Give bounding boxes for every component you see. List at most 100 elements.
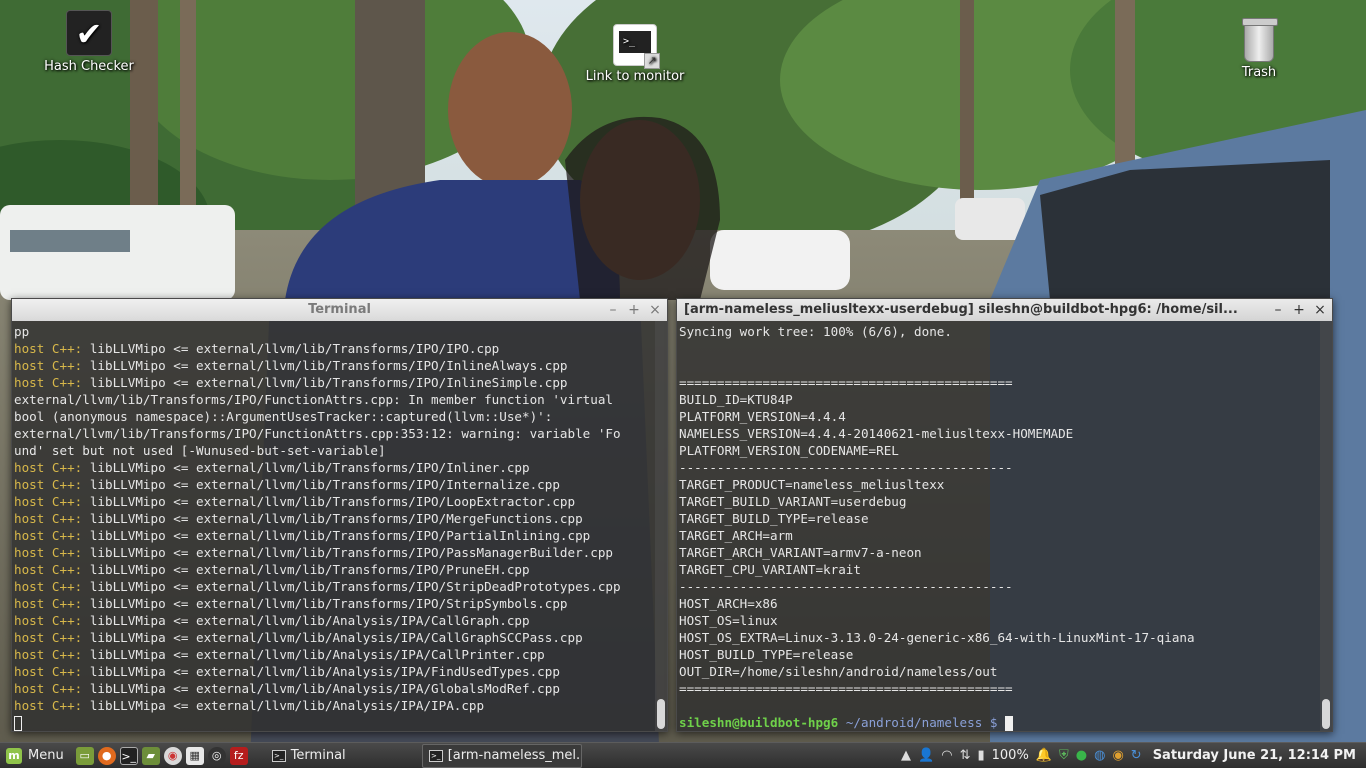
wifi-icon[interactable]: ◠ (941, 748, 952, 763)
build-prefix: host C++: (14, 664, 83, 679)
desktop-icon-link-to-monitor[interactable]: >_ ↗ Link to monitor (580, 24, 690, 84)
terminal-icon: >_ (428, 749, 443, 762)
prompt-path: ~/android/nameless $ (838, 715, 1006, 730)
build-prefix: host C++: (14, 681, 83, 696)
filezilla-icon[interactable]: fz (229, 746, 248, 765)
terminal-line: host C++: libLLVMipo <= external/llvm/li… (14, 561, 653, 578)
terminal-window-right[interactable]: [arm-nameless_meliusltexx-userdebug] sil… (676, 298, 1333, 732)
terminal-icon[interactable]: >_ (119, 746, 138, 765)
line-text: libLLVMipo <= external/llvm/lib/Transfor… (82, 341, 500, 356)
menu-button[interactable]: m Menu (0, 743, 72, 768)
scrollbar[interactable] (1320, 321, 1332, 731)
network-icon[interactable]: ⇅ (960, 748, 971, 763)
checkmark-icon: ✔ (66, 10, 112, 56)
build-prefix: host C++: (14, 545, 83, 560)
taskbar: m Menu ▭ ● >_ ▰ ◉ ▦ ◎ fz >_ Terminal >_ … (0, 742, 1366, 768)
minimize-button[interactable]: – (1272, 299, 1284, 321)
terminal-line: OUT_DIR=/home/sileshn/android/nameless/o… (679, 664, 998, 679)
close-button[interactable]: × (649, 299, 661, 321)
window-titlebar[interactable]: Terminal – + × (12, 299, 667, 321)
terminal-line: TARGET_CPU_VARIANT=krait (679, 562, 861, 577)
scrollbar-thumb[interactable] (657, 699, 665, 729)
show-desktop-icon[interactable]: ▭ (75, 746, 94, 765)
chrome-icon[interactable]: ◉ (163, 746, 182, 765)
terminal-line: PLATFORM_VERSION=4.4.4 (679, 409, 846, 424)
line-text: libLLVMipo <= external/llvm/lib/Transfor… (82, 545, 613, 560)
terminal-line: bool (anonymous namespace)::ArgumentUses… (14, 408, 653, 425)
task-terminal[interactable]: >_ Terminal (266, 744, 416, 768)
terminal-line: NAMELESS_VERSION=4.4.4-20140621-meliuslt… (679, 426, 1074, 441)
terminal-line: ========================================… (679, 375, 1013, 390)
task-label: [arm-nameless_mel... (447, 748, 582, 763)
line-text: libLLVMipa <= external/llvm/lib/Analysis… (82, 647, 545, 662)
terminal-link-icon: >_ ↗ (613, 24, 660, 69)
line-text: libLLVMipo <= external/llvm/lib/Transfor… (82, 358, 568, 373)
build-prefix: host C++: (14, 460, 83, 475)
line-text: libLLVMipo <= external/llvm/lib/Transfor… (82, 562, 530, 577)
terminal-line: und' set but not used [-Wunused-but-set-… (14, 442, 653, 459)
build-prefix: host C++: (14, 528, 83, 543)
build-prefix: host C++: (14, 630, 83, 645)
window-title: [arm-nameless_meliusltexx-userdebug] sil… (684, 302, 1238, 317)
line-text: libLLVMipa <= external/llvm/lib/Analysis… (82, 664, 560, 679)
green-drop-icon[interactable]: ● (1076, 748, 1087, 763)
terminal-cursor-line (14, 714, 653, 731)
terminal-output[interactable]: pp host C++: libLLVMipo <= external/llvm/… (12, 321, 655, 731)
build-prefix: host C++: (14, 647, 83, 662)
desktop-icon-trash[interactable]: Trash (1204, 18, 1314, 80)
terminal-line: host C++: libLLVMipo <= external/llvm/li… (14, 595, 653, 612)
terminal-line: host C++: libLLVMipo <= external/llvm/li… (14, 493, 653, 510)
terminal-line: host C++: libLLVMipo <= external/llvm/li… (14, 459, 653, 476)
user-icon[interactable]: 👤 (918, 748, 934, 763)
build-prefix: host C++: (14, 358, 83, 373)
build-prefix: host C++: (14, 511, 83, 526)
terminal-line: host C++: libLLVMipo <= external/llvm/li… (14, 374, 653, 391)
notification-bell-icon[interactable]: 🔔 (1036, 748, 1052, 763)
battery-icon[interactable]: ▮ (977, 748, 984, 763)
line-text: libLLVMipo <= external/llvm/lib/Transfor… (82, 579, 621, 594)
minimize-button[interactable]: – (607, 299, 619, 321)
maximize-button[interactable]: + (1293, 299, 1305, 321)
up-arrow-icon[interactable]: ▲ (901, 748, 911, 763)
chrome-tray-icon[interactable]: ◉ (1112, 748, 1123, 763)
line-text: libLLVMipo <= external/llvm/lib/Transfor… (82, 511, 583, 526)
shell-prompt[interactable]: sileshn@buildbot-hpg6 ~/android/nameless… (679, 714, 1318, 731)
chat-icon[interactable]: ◍ (1094, 748, 1105, 763)
line-text: libLLVMipa <= external/llvm/lib/Analysis… (82, 681, 560, 696)
task-arm-nameless[interactable]: >_ [arm-nameless_mel... (421, 743, 582, 768)
build-prefix: host C++: (14, 494, 83, 509)
build-prefix: host C++: (14, 613, 83, 628)
scrollbar-thumb[interactable] (1322, 699, 1330, 729)
terminal-line: host C++: libLLVMipa <= external/llvm/li… (14, 663, 653, 680)
update-icon[interactable]: ↻ (1131, 748, 1142, 763)
desktop-icon-hash-checker[interactable]: ✔ Hash Checker (34, 10, 144, 74)
file-manager-icon[interactable]: ▰ (141, 746, 160, 765)
terminal-line: ----------------------------------------… (679, 579, 1013, 594)
media-player-icon[interactable]: ◎ (207, 746, 226, 765)
shield-icon[interactable]: ⛨ (1059, 748, 1069, 763)
line-text: libLLVMipo <= external/llvm/lib/Transfor… (82, 596, 568, 611)
terminal-line: host C++: libLLVMipo <= external/llvm/li… (14, 476, 653, 493)
trash-icon (1242, 18, 1278, 62)
terminal-line: ----------------------------------------… (679, 460, 1013, 475)
terminal-line: TARGET_ARCH=arm (679, 528, 793, 543)
window-title: Terminal (308, 302, 371, 317)
firefox-icon[interactable]: ● (97, 746, 116, 765)
close-button[interactable]: × (1314, 299, 1326, 321)
scrollbar[interactable] (655, 321, 667, 731)
quick-launch: ▭ ● >_ ▰ ◉ ▦ ◎ fz (75, 746, 248, 765)
terminal-window-left[interactable]: Terminal – + × pp host C++: libLLVMipo <=… (11, 298, 668, 732)
terminal-output[interactable]: Syncing work tree: 100% (6/6), done. ====… (677, 321, 1320, 731)
terminal-line: external/llvm/lib/Transforms/IPO/Functio… (14, 425, 653, 442)
terminal-line: TARGET_PRODUCT=nameless_meliusltexx (679, 477, 945, 492)
desktop-icon-label: Trash (1241, 65, 1277, 80)
window-titlebar[interactable]: [arm-nameless_meliusltexx-userdebug] sil… (677, 299, 1332, 321)
line-text: bool (anonymous namespace)::ArgumentUses… (14, 409, 553, 424)
maximize-button[interactable]: + (628, 299, 640, 321)
line-text: pp (14, 324, 30, 339)
build-prefix: host C++: (14, 375, 83, 390)
line-text: libLLVMipo <= external/llvm/lib/Transfor… (82, 494, 576, 509)
image-viewer-icon[interactable]: ▦ (185, 746, 204, 765)
clock[interactable]: Saturday June 21, 12:14 PM (1153, 748, 1356, 763)
